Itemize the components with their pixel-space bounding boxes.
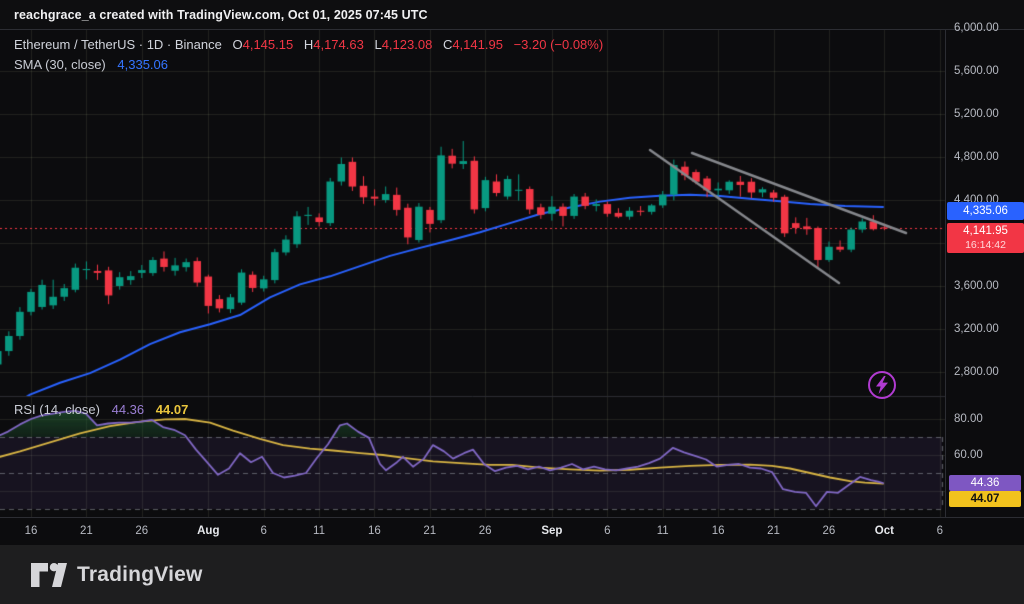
time-tick-label: 21: [80, 525, 93, 537]
time-tick-label: Aug: [197, 525, 219, 537]
low-label: L: [374, 37, 381, 52]
high-label: H: [304, 37, 313, 52]
symbol-row: Ethereum / TetherUS · 1D · Binance O4,14…: [14, 35, 603, 55]
last-price-value: 4,141.95: [947, 224, 1024, 239]
close-label: C: [443, 37, 452, 52]
chart-area[interactable]: Ethereum / TetherUS · 1D · Binance O4,14…: [0, 30, 1024, 545]
legend: Ethereum / TetherUS · 1D · Binance O4,14…: [14, 35, 603, 75]
open-value: 4,145.15: [243, 37, 294, 52]
rsi-value-badge: 44.36: [949, 475, 1021, 491]
time-tick-label: 21: [423, 525, 436, 537]
time-tick-label: 16: [25, 525, 38, 537]
price-tick-label: 5,600.00: [954, 65, 999, 77]
sma-indicator-value: 4,335.06: [117, 57, 168, 72]
time-tick-label: 26: [135, 525, 148, 537]
price-tick-label: 6,000.00: [954, 22, 999, 34]
attribution-bar: reachgrace_a created with TradingView.co…: [0, 0, 1024, 30]
close-value: 4,141.95: [452, 37, 503, 52]
footer-bar: TradingView: [0, 545, 1024, 604]
price-tick-label: 4,800.00: [954, 151, 999, 163]
rsi-tick-label: 60.00: [954, 449, 983, 461]
tradingview-logo-text: TradingView: [77, 563, 203, 587]
chart-canvas[interactable]: [0, 30, 945, 545]
open-label: O: [232, 37, 242, 52]
time-tick-label: 11: [313, 525, 325, 537]
price-tick-label: 3,200.00: [954, 323, 999, 335]
price-tick-label: 3,600.00: [954, 280, 999, 292]
sma-indicator-label: SMA (30, close): [14, 57, 106, 72]
rsi-ma-value-badge: 44.07: [949, 491, 1021, 507]
lightning-trade-button[interactable]: [868, 371, 896, 399]
time-tick-label: 16: [712, 525, 725, 537]
price-tick-label: 2,800.00: [954, 366, 999, 378]
time-tick-label: 11: [657, 525, 669, 537]
time-tick-label: Oct: [875, 525, 894, 537]
symbol-title: Ethereum / TetherUS · 1D · Binance: [14, 37, 222, 52]
low-value: 4,123.08: [382, 37, 433, 52]
last-price-badge: 4,141.95 16:14:42: [947, 223, 1024, 253]
time-tick-label: 26: [479, 525, 492, 537]
time-tick-label: Sep: [541, 525, 562, 537]
time-tick-label: 6: [604, 525, 610, 537]
change-value: −3.20 (−0.08%): [514, 37, 604, 52]
time-tick-label: 6: [937, 525, 943, 537]
time-tick-label: 21: [767, 525, 780, 537]
tradingview-screenshot: reachgrace_a created with TradingView.co…: [0, 0, 1024, 604]
time-tick-label: 26: [822, 525, 835, 537]
sma-price-badge: 4,335.06: [947, 202, 1024, 220]
time-tick-label: 6: [260, 525, 266, 537]
price-tick-label: 5,200.00: [954, 108, 999, 120]
price-axis[interactable]: 60.0080.002,800.003,200.003,600.004,000.…: [945, 30, 1024, 517]
rsi-ma-value: 44.07: [156, 402, 189, 417]
time-axis[interactable]: 16 21 26 Aug 6 11 16 21 26 Sep 6 11 16 21 26 Oct 6: [0, 517, 1024, 545]
rsi-tick-label: 80.00: [954, 413, 983, 425]
lightning-icon: [875, 376, 889, 394]
high-value: 4,174.63: [313, 37, 364, 52]
sma-row: SMA (30, close) 4,335.06: [14, 55, 603, 75]
rsi-legend: RSI (14, close) 44.36 44.07: [14, 402, 188, 417]
time-tick-label: 16: [368, 525, 381, 537]
candle-countdown: 16:14:42: [947, 239, 1024, 252]
rsi-indicator-label: RSI (14, close): [14, 402, 100, 417]
rsi-indicator-value: 44.36: [112, 402, 145, 417]
tradingview-logo-icon: [30, 562, 68, 588]
attribution-text: reachgrace_a created with TradingView.co…: [14, 8, 428, 22]
